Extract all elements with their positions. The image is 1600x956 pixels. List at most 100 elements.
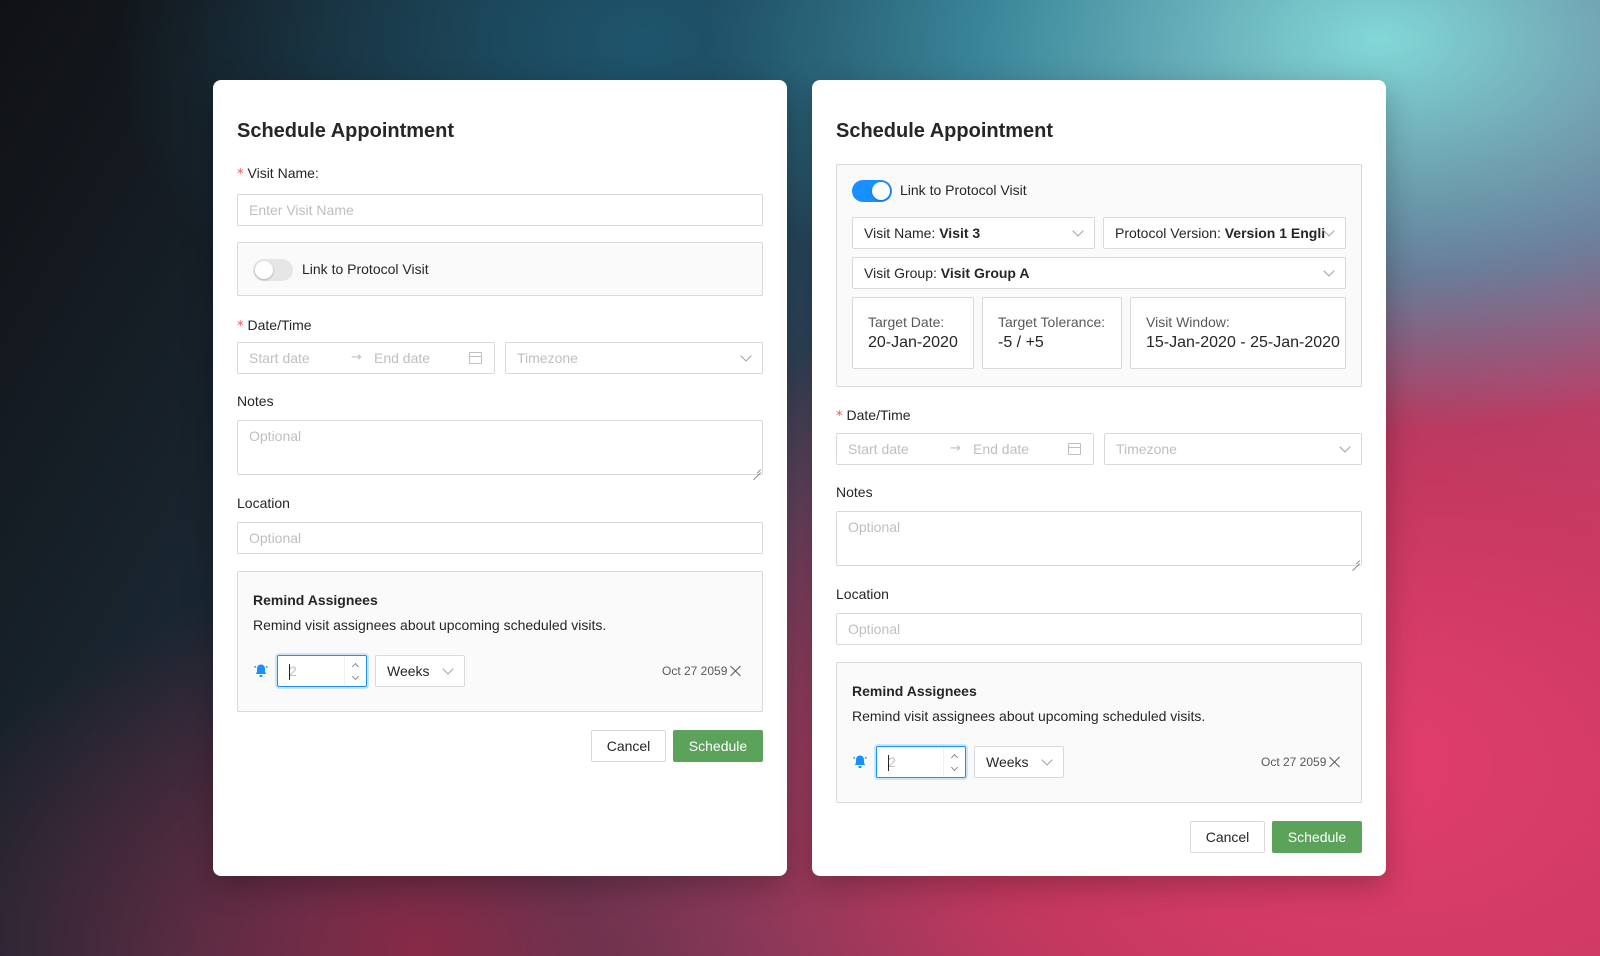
close-icon[interactable] — [1329, 756, 1341, 768]
remind-title: Remind Assignees — [253, 592, 378, 608]
stepper-up-icon[interactable] — [351, 662, 360, 671]
visit-group-select[interactable]: Visit Group: Visit Group A — [852, 257, 1346, 289]
remind-unit-value: Weeks — [986, 754, 1029, 770]
remind-assignees-box: Remind Assignees Remind visit assignees … — [237, 571, 763, 712]
remind-date: Oct 27 2059 — [662, 664, 728, 678]
date-range-picker[interactable]: Start date → End date — [836, 433, 1094, 465]
end-date-placeholder[interactable]: End date — [973, 441, 1029, 457]
calendar-icon — [469, 352, 482, 364]
stepper-down-icon[interactable] — [950, 763, 959, 772]
visit-name-label: * Visit Name: — [237, 165, 319, 182]
remind-description: Remind visit assignees about upcoming sc… — [253, 617, 607, 633]
remind-quantity-value[interactable]: 2 — [289, 663, 297, 679]
link-protocol-label: Link to Protocol Visit — [302, 261, 429, 277]
link-protocol-toggle[interactable] — [253, 259, 293, 281]
resize-handle-icon[interactable] — [1352, 556, 1360, 564]
protocol-visit-box: Link to Protocol Visit Visit Name: Visit… — [836, 164, 1362, 387]
cancel-button[interactable]: Cancel — [1190, 821, 1265, 853]
visit-window-label: Visit Window: — [1146, 314, 1230, 330]
cancel-button[interactable]: Cancel — [591, 730, 666, 762]
required-mark: * — [237, 167, 244, 182]
timezone-select[interactable]: Timezone — [1104, 433, 1362, 465]
visit-name-select-value: Visit 3 — [939, 225, 981, 241]
target-tolerance-label: Target Tolerance: — [998, 314, 1106, 330]
chevron-down-icon — [1339, 441, 1351, 453]
notes-placeholder: Optional — [249, 428, 302, 444]
stepper-down-icon[interactable] — [351, 672, 360, 681]
datetime-label-text: Date/Time — [846, 407, 911, 423]
target-tolerance-value: -5 / +5 — [998, 334, 1044, 351]
visit-name-placeholder: Enter Visit Name — [249, 202, 354, 218]
chevron-down-icon — [1041, 754, 1053, 766]
visit-name-select-label: Visit Name: — [864, 225, 936, 241]
remind-quantity-value[interactable]: 2 — [888, 754, 896, 770]
protocol-version-label: Protocol Version: — [1115, 225, 1221, 241]
chevron-down-icon — [740, 350, 752, 362]
datetime-label: * Date/Time — [237, 317, 312, 334]
target-tolerance-card: Target Tolerance: -5 / +5 — [982, 297, 1122, 369]
chevron-down-icon — [442, 663, 454, 675]
notes-textarea[interactable]: Optional — [237, 420, 763, 475]
remind-title: Remind Assignees — [852, 683, 977, 699]
notes-textarea[interactable]: Optional — [836, 511, 1362, 566]
remind-quantity-stepper[interactable]: 2 — [277, 655, 367, 687]
link-protocol-toggle[interactable] — [852, 180, 892, 202]
text-caret — [289, 664, 290, 680]
required-mark: * — [836, 409, 843, 424]
required-mark: * — [237, 319, 244, 334]
timezone-placeholder: Timezone — [517, 350, 578, 366]
location-placeholder: Optional — [249, 530, 302, 546]
toggle-knob — [872, 182, 890, 200]
date-range-picker[interactable]: Start date → End date — [237, 342, 495, 374]
remind-unit-select[interactable]: Weeks — [974, 746, 1064, 778]
stepper-handle[interactable] — [344, 656, 366, 686]
location-input[interactable]: Optional — [237, 522, 763, 554]
visit-name-select[interactable]: Visit Name: Visit 3 — [852, 217, 1095, 249]
datetime-label-text: Date/Time — [247, 317, 312, 333]
chevron-down-icon — [1072, 225, 1084, 237]
visit-name-label-text: Visit Name: — [247, 165, 319, 181]
stepper-handle[interactable] — [943, 747, 965, 777]
visit-group-label: Visit Group: — [864, 265, 937, 281]
link-protocol-label: Link to Protocol Visit — [900, 182, 1027, 198]
dialog-title: Schedule Appointment — [836, 120, 1054, 142]
remind-unit-select[interactable]: Weeks — [375, 655, 465, 687]
target-date-card: Target Date: 20-Jan-2020 — [852, 297, 974, 369]
dialog-title: Schedule Appointment — [237, 120, 455, 142]
location-input[interactable]: Optional — [836, 613, 1362, 645]
schedule-appointment-dialog-right: Schedule Appointment Link to Protocol Vi… — [812, 80, 1386, 876]
location-label: Location — [237, 495, 290, 511]
toggle-knob — [255, 261, 273, 279]
visit-name-input[interactable]: Enter Visit Name — [237, 194, 763, 226]
remind-quantity-stepper[interactable]: 2 — [876, 746, 966, 778]
target-date-label: Target Date: — [868, 314, 945, 330]
start-date-placeholder[interactable]: Start date — [848, 441, 909, 457]
remind-date: Oct 27 2059 — [1261, 755, 1327, 769]
link-protocol-box: Link to Protocol Visit — [237, 242, 763, 296]
text-caret — [888, 755, 889, 771]
remind-assignees-box: Remind Assignees Remind visit assignees … — [836, 662, 1362, 803]
remind-unit-value: Weeks — [387, 663, 430, 679]
datetime-label: * Date/Time — [836, 407, 911, 424]
visit-window-card: Visit Window: 15-Jan-2020 - 25-Jan-2020 — [1130, 297, 1346, 369]
stepper-up-icon[interactable] — [950, 753, 959, 762]
timezone-placeholder: Timezone — [1116, 441, 1177, 457]
notes-label: Notes — [836, 484, 873, 500]
location-label: Location — [836, 586, 889, 602]
range-arrow-icon: → — [950, 441, 961, 456]
remind-description: Remind visit assignees about upcoming sc… — [852, 708, 1206, 724]
range-arrow-icon: → — [351, 350, 362, 365]
location-placeholder: Optional — [848, 621, 901, 637]
chevron-down-icon — [1323, 265, 1335, 277]
bell-icon — [853, 755, 867, 768]
bell-icon — [254, 664, 268, 677]
resize-handle-icon[interactable] — [753, 465, 761, 473]
end-date-placeholder[interactable]: End date — [374, 350, 430, 366]
start-date-placeholder[interactable]: Start date — [249, 350, 310, 366]
timezone-select[interactable]: Timezone — [505, 342, 763, 374]
schedule-button[interactable]: Schedule — [673, 730, 763, 762]
schedule-button[interactable]: Schedule — [1272, 821, 1362, 853]
protocol-version-value: Version 1 Engli — [1224, 225, 1326, 241]
close-icon[interactable] — [730, 665, 742, 677]
protocol-version-select[interactable]: Protocol Version: Version 1 Engli — [1103, 217, 1346, 249]
